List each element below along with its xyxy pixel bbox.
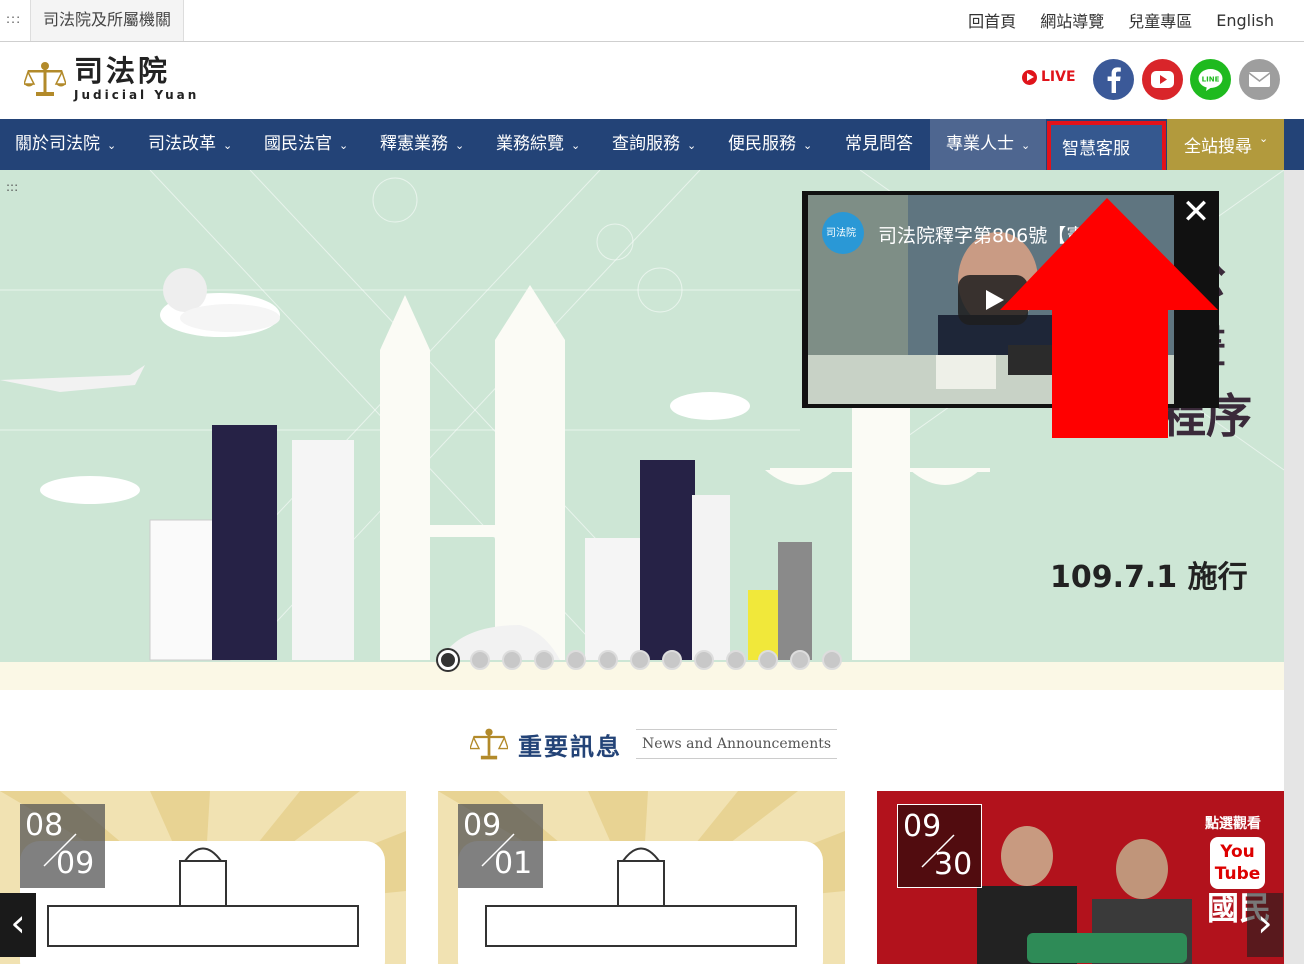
- chevron-down-icon: ⌄: [107, 139, 117, 152]
- nav-services[interactable]: 便民服務 ⌄: [728, 119, 812, 170]
- channel-avatar[interactable]: 司法院: [822, 212, 864, 254]
- youtube-icon: [1151, 71, 1174, 88]
- chevron-down-icon: ⌄: [223, 139, 233, 152]
- slide-dot-9[interactable]: [694, 650, 714, 670]
- logo-title-en: Judicial Yuan: [74, 88, 200, 102]
- scales-icon: [470, 728, 508, 760]
- news-title-zh: 重要訊息: [518, 732, 622, 761]
- news-card[interactable]: 09 30 點選觀看 You Tube 國民: [877, 791, 1284, 964]
- slide-dot-13[interactable]: [822, 650, 842, 670]
- nav-faq[interactable]: 常見問答: [845, 119, 913, 170]
- date-day: 01: [494, 846, 533, 881]
- slide-dot-6[interactable]: [598, 650, 618, 670]
- chevron-down-icon: ⌄: [687, 139, 697, 152]
- red-arrow-annotation: [1000, 198, 1218, 438]
- chevron-left-icon: ‹: [10, 901, 26, 945]
- chevron-down-icon: ⌄: [571, 139, 581, 152]
- slide-dot-5[interactable]: [566, 650, 586, 670]
- nav-citizen-judges[interactable]: 國民法官 ⌄: [264, 119, 348, 170]
- nav-smart-service-label: 智慧客服: [1062, 139, 1130, 159]
- nav-business-label: 業務綜覽: [496, 134, 564, 154]
- slide-dot-11[interactable]: [758, 650, 778, 670]
- slide-dot-8[interactable]: [662, 650, 682, 670]
- nav-constitutional-label: 釋憲業務: [380, 134, 448, 154]
- mail-icon: [1248, 72, 1271, 87]
- site-header: 司法院 Judicial Yuan LIVE LINE: [0, 42, 1304, 119]
- news-title-en: News and Announcements: [636, 729, 838, 759]
- home-link[interactable]: 回首頁: [968, 8, 1016, 32]
- slide-dot-3[interactable]: [502, 650, 522, 670]
- chevron-down-icon: ⌄: [455, 139, 465, 152]
- nav-professionals-label: 專業人士: [946, 134, 1014, 154]
- youtube-button[interactable]: [1142, 59, 1183, 100]
- nav-query-label: 查詢服務: [612, 134, 680, 154]
- carousel-prev-button[interactable]: ‹: [0, 893, 36, 957]
- slide-dot-4[interactable]: [534, 650, 554, 670]
- chevron-right-icon: ›: [1257, 901, 1273, 945]
- carousel-next-button[interactable]: ›: [1247, 893, 1283, 957]
- nav-business[interactable]: 業務綜覽 ⌄: [496, 119, 580, 170]
- live-button[interactable]: LIVE: [1022, 69, 1076, 85]
- line-icon: LINE: [1198, 69, 1223, 91]
- slide-indicators: [438, 650, 842, 670]
- nav-site-search[interactable]: 全站搜尋 ⌄: [1167, 119, 1284, 170]
- nav-site-search-label: 全站搜尋: [1184, 137, 1252, 157]
- slide-dot-2[interactable]: [470, 650, 490, 670]
- kids-link[interactable]: 兒童專區: [1128, 8, 1192, 32]
- nav-citizen-judges-label: 國民法官: [264, 134, 332, 154]
- logo-title-zh: 司法院: [74, 54, 171, 88]
- nav-smart-service[interactable]: 智慧客服: [1047, 121, 1166, 175]
- slide-dot-7[interactable]: [630, 650, 650, 670]
- sitemap-link[interactable]: 網站導覽: [1040, 8, 1104, 32]
- nav-faq-label: 常見問答: [845, 134, 913, 154]
- date-day: 09: [56, 846, 95, 881]
- date-badge: 08 09: [20, 804, 105, 888]
- date-day: 30: [934, 847, 973, 882]
- news-card[interactable]: 08 09: [0, 791, 406, 964]
- site-logo[interactable]: 司法院 Judicial Yuan: [24, 56, 199, 102]
- nav-query[interactable]: 查詢服務 ⌄: [612, 119, 696, 170]
- nav-reform-label: 司法改革: [148, 134, 216, 154]
- subsite-link[interactable]: 司法院及所屬機關: [30, 0, 185, 41]
- facebook-button[interactable]: [1093, 59, 1134, 100]
- channel-name: 司法院: [826, 228, 856, 239]
- date-badge: 09 30: [897, 804, 982, 888]
- top-bar: ::: 司法院及所屬機關 回首頁 網站導覽 兒童專區 English: [0, 0, 1304, 42]
- chevron-down-icon: ⌄: [1021, 139, 1031, 152]
- accesskey-center[interactable]: :::: [6, 180, 18, 194]
- chevron-down-icon: ⌄: [803, 139, 813, 152]
- play-icon: [1022, 69, 1037, 85]
- slide-dot-1[interactable]: [438, 650, 458, 670]
- top-links: 回首頁 網站導覽 兒童專區 English: [968, 0, 1274, 40]
- click-watch-label: 點選觀看: [1205, 816, 1261, 832]
- page-scrollbar[interactable]: [1284, 170, 1304, 964]
- chevron-down-icon: ⌄: [339, 139, 349, 152]
- english-link[interactable]: English: [1216, 11, 1274, 30]
- chevron-down-icon: ⌄: [1259, 132, 1269, 145]
- nav-services-label: 便民服務: [728, 134, 796, 154]
- svg-text:LINE: LINE: [1202, 76, 1220, 84]
- slide-dot-12[interactable]: [790, 650, 810, 670]
- mail-button[interactable]: [1239, 59, 1280, 100]
- slide-dot-10[interactable]: [726, 650, 746, 670]
- news-card[interactable]: 09 01: [438, 791, 845, 964]
- scales-logo-icon: [24, 62, 66, 96]
- youtube-badge: You Tube: [1210, 837, 1265, 889]
- accesskey-top[interactable]: :::: [6, 12, 21, 26]
- effective-date: 109.7.1 施行: [1050, 560, 1248, 595]
- live-label: LIVE: [1041, 69, 1076, 85]
- nav-reform[interactable]: 司法改革 ⌄: [148, 119, 232, 170]
- nav-professionals[interactable]: 專業人士 ⌄: [930, 119, 1046, 170]
- news-section-heading: 重要訊息 News and Announcements: [470, 722, 838, 766]
- facebook-icon: [1107, 67, 1121, 93]
- nav-about-label: 關於司法院: [15, 134, 100, 154]
- nav-about[interactable]: 關於司法院 ⌄: [15, 119, 116, 170]
- date-badge: 09 01: [458, 804, 543, 888]
- line-button[interactable]: LINE: [1190, 59, 1231, 100]
- nav-constitutional[interactable]: 釋憲業務 ⌄: [380, 119, 464, 170]
